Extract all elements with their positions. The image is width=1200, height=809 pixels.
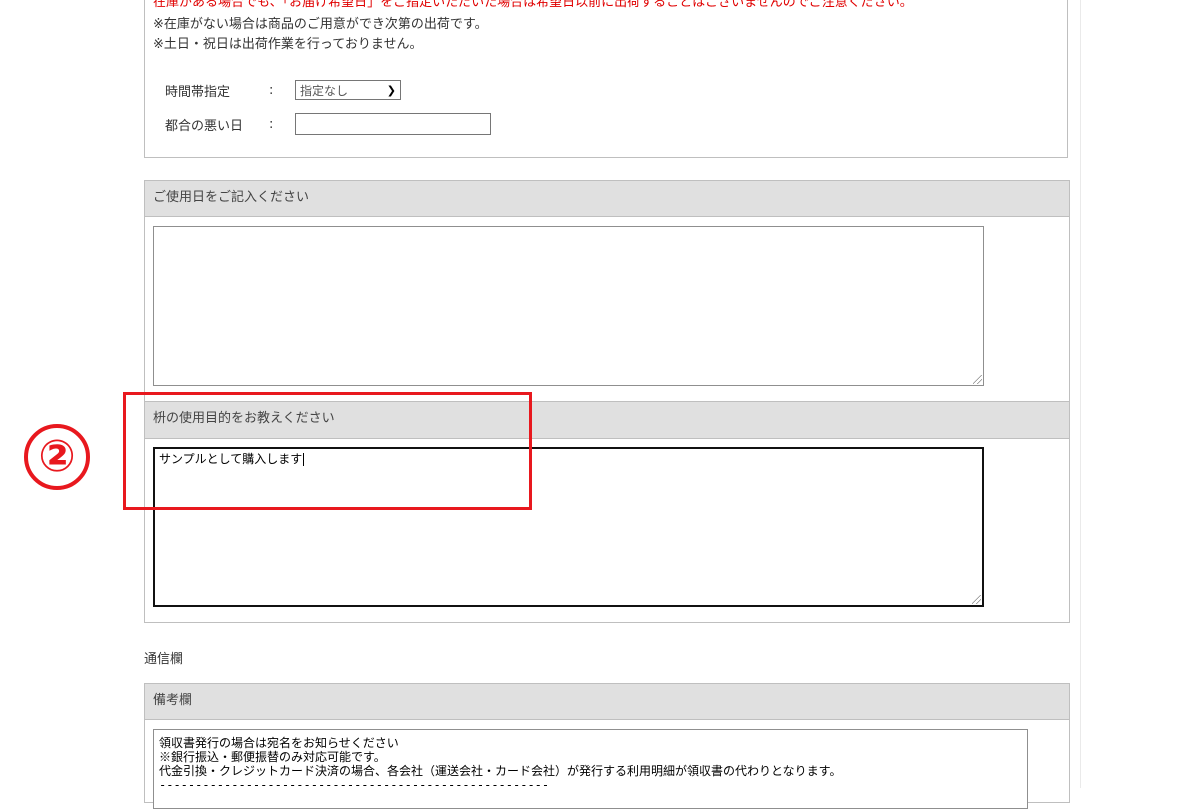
remarks-line: 領収書発行の場合は宛名をお知らせください bbox=[159, 736, 399, 750]
remarks-line: ----------------------------------------… bbox=[159, 778, 550, 792]
time-slot-colon: : bbox=[269, 82, 274, 98]
remarks-panel: 備考欄 領収書発行の場合は宛名をお知らせください ※銀行振込・郵便振替のみ対応可… bbox=[144, 683, 1070, 809]
communication-section-label: 通信欄 bbox=[144, 652, 184, 667]
bad-day-label: 都合の悪い日 bbox=[165, 118, 244, 134]
remarks-line: 代金引換・クレジットカード決済の場合、各会社（運送会社・カード会社）が発行する利… bbox=[159, 764, 842, 778]
time-slot-select-value: 指定なし bbox=[300, 83, 349, 98]
usage-date-textarea[interactable] bbox=[153, 226, 984, 386]
usage-date-header: ご使用日をご記入ください bbox=[145, 181, 1069, 217]
remarks-header: 備考欄 bbox=[145, 684, 1069, 720]
time-slot-row: 時間帯指定 : 指定なし ❯ bbox=[165, 80, 401, 100]
usage-date-panel: ご使用日をご記入ください bbox=[144, 180, 1070, 402]
bad-day-row: 都合の悪い日 : bbox=[165, 113, 491, 135]
delivery-notice-red: 在庫がある場合でも、「お届け希望日」をご指定いただいた場合は希望日以前に出荷する… bbox=[153, 0, 913, 10]
delivery-section: 在庫がある場合でも、「お届け希望日」をご指定いただいた場合は希望日以前に出荷する… bbox=[144, 0, 1068, 158]
annotation-highlight-box bbox=[123, 392, 532, 510]
resize-handle-icon[interactable] bbox=[972, 595, 981, 604]
remarks-textarea[interactable]: 領収書発行の場合は宛名をお知らせください ※銀行振込・郵便振替のみ対応可能です。… bbox=[153, 729, 1028, 809]
resize-handle-icon[interactable] bbox=[973, 375, 982, 384]
delivery-notice-stock: ※在庫がない場合は商品のご用意ができ次第の出荷です。 bbox=[153, 17, 488, 32]
time-slot-label: 時間帯指定 bbox=[165, 84, 231, 100]
page-right-margin bbox=[1080, 0, 1200, 788]
delivery-notice-holiday: ※土日・祝日は出荷作業を行っておりません。 bbox=[153, 37, 423, 52]
remarks-line: ※銀行振込・郵便振替のみ対応可能です。 bbox=[159, 750, 386, 764]
bad-day-input[interactable] bbox=[295, 113, 491, 135]
annotation-step-number: ② bbox=[24, 424, 90, 490]
bad-day-colon: : bbox=[269, 116, 274, 132]
chevron-down-icon: ❯ bbox=[386, 83, 396, 97]
time-slot-select[interactable]: 指定なし ❯ bbox=[295, 80, 401, 100]
